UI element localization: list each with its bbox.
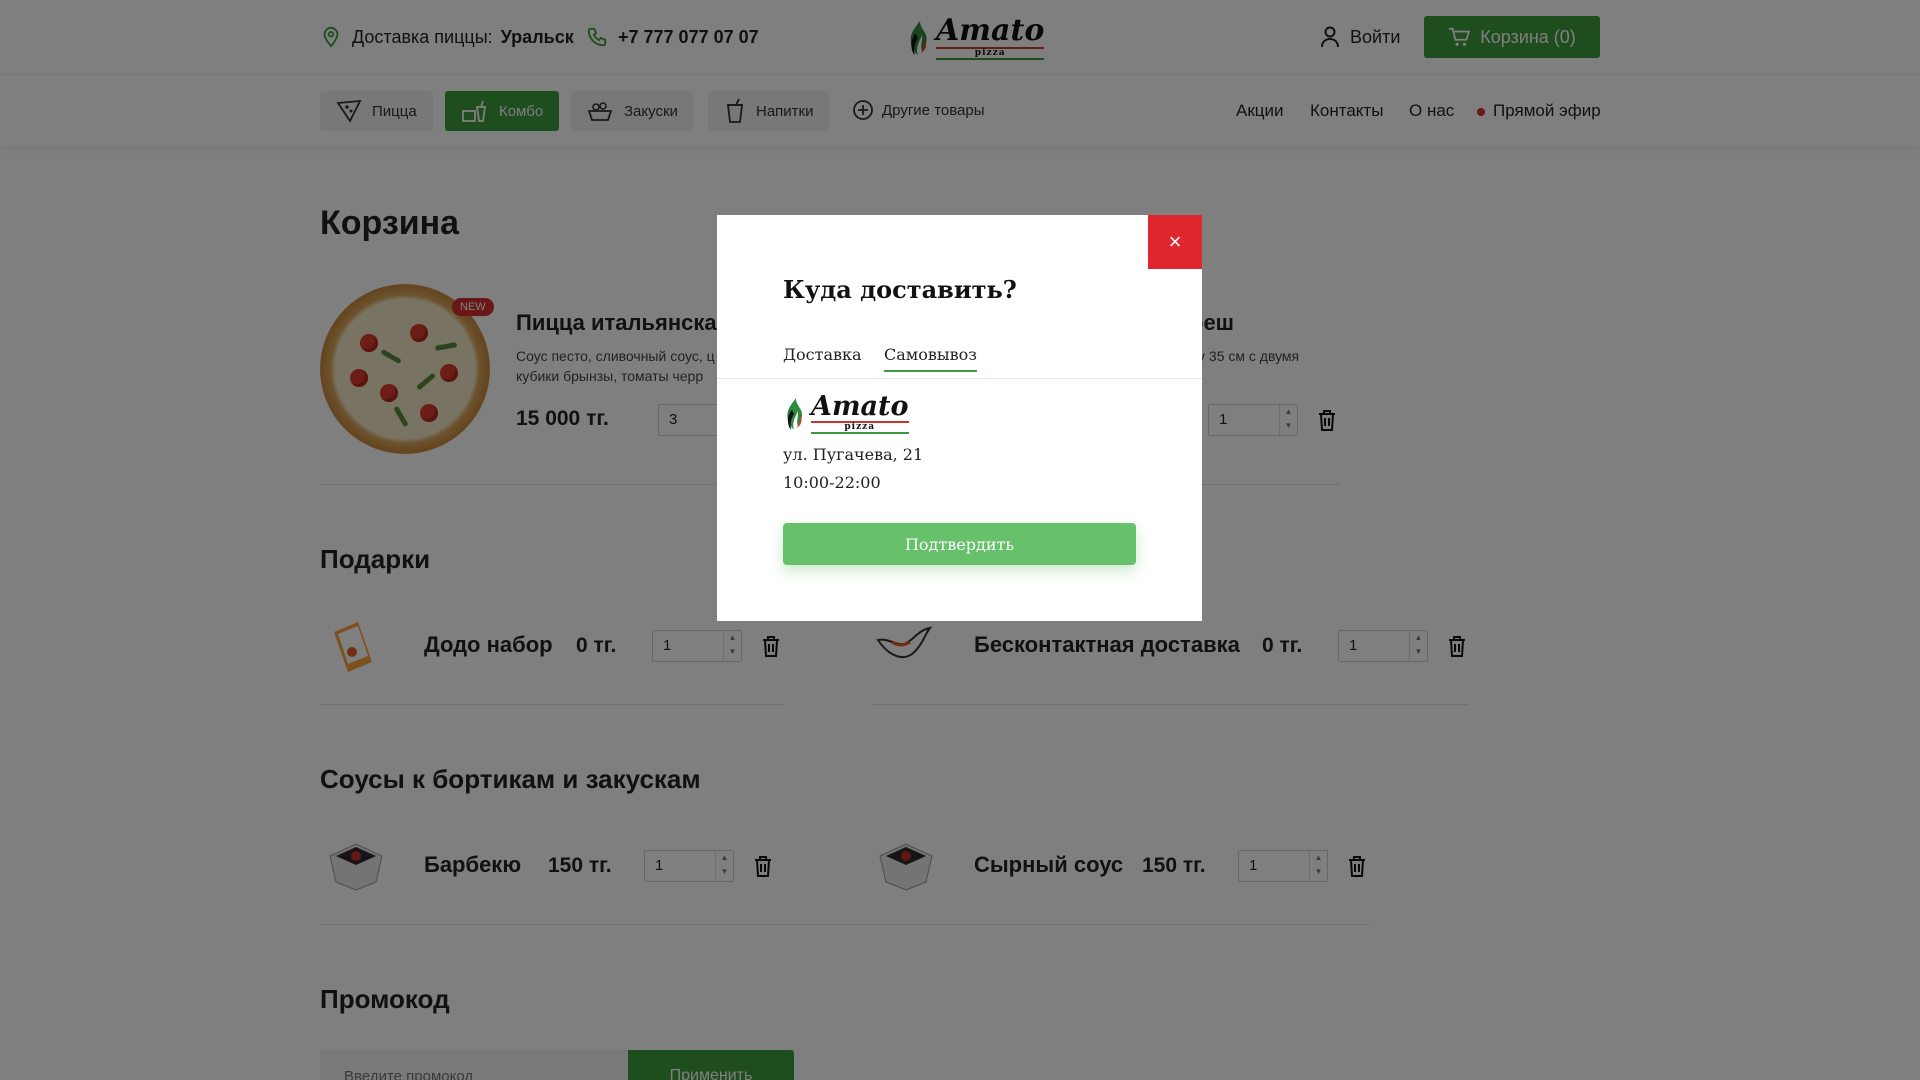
flame-logo-icon — [787, 397, 803, 430]
pickup-address: ул. Пугачева, 21 — [783, 445, 924, 464]
tab-delivery[interactable]: Доставка — [783, 345, 862, 370]
close-button[interactable]: × — [1148, 215, 1202, 269]
delivery-tabs: Доставка Самовывоз — [717, 331, 1202, 379]
pickup-address-block: ул. Пугачева, 21 10:00-22:00 — [783, 441, 923, 497]
close-icon: × — [1168, 229, 1182, 254]
modal-title: Куда доставить? — [783, 275, 1017, 304]
logo-word: Amato — [811, 391, 909, 422]
tab-pickup[interactable]: Самовывоз — [884, 345, 977, 372]
delivery-modal: × Куда доставить? Доставка Самовывоз Ama… — [717, 215, 1202, 621]
opening-hours: 10:00-22:00 — [783, 473, 881, 492]
logo-sub: pizza — [811, 421, 909, 434]
restaurant-logo: Amato pizza — [783, 393, 909, 434]
confirm-button[interactable]: Подтвердить — [783, 523, 1136, 565]
